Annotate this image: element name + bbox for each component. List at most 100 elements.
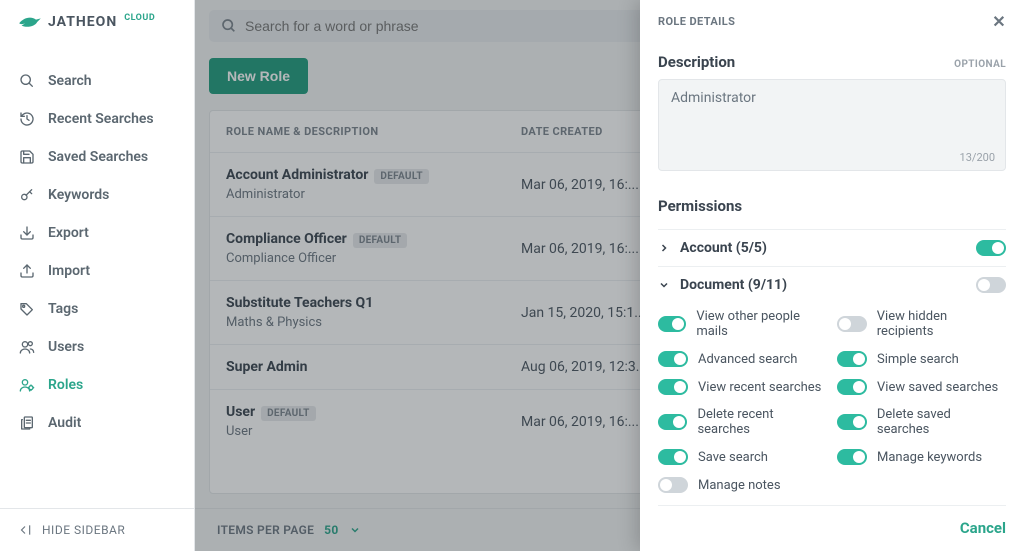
audit-icon <box>18 414 36 432</box>
permission-label: Simple search <box>877 352 959 367</box>
sidebar-item-label: Import <box>48 263 90 279</box>
permission-label: Save search <box>698 450 768 465</box>
users-icon <box>18 338 36 356</box>
close-icon[interactable]: ✕ <box>992 12 1006 31</box>
bird-icon <box>18 14 42 30</box>
permission-item: Simple search <box>837 351 1006 367</box>
items-per-page-value[interactable]: 50 <box>324 523 338 537</box>
permission-label: View other people mails <box>696 309 827 339</box>
description-field[interactable]: Administrator 13/200 <box>658 79 1006 171</box>
permissions-heading: Permissions <box>658 197 1006 215</box>
group-toggle[interactable] <box>976 277 1006 293</box>
role-name: User <box>226 404 255 420</box>
role-description: User <box>226 424 521 439</box>
group-toggle[interactable] <box>976 240 1006 256</box>
header-name: ROLE NAME & DESCRIPTION <box>226 125 521 138</box>
permission-toggle[interactable] <box>658 351 688 367</box>
sidebar-item-search[interactable]: Search <box>0 62 194 100</box>
default-badge: DEFAULT <box>374 169 429 184</box>
sidebar-item-label: Keywords <box>48 187 109 203</box>
hide-sidebar-button[interactable]: HIDE SIDEBAR <box>0 508 194 551</box>
permission-label: Delete recent searches <box>697 407 827 437</box>
permission-item: Save search <box>658 449 827 465</box>
new-role-button[interactable]: New Role <box>209 58 308 94</box>
permission-toggle[interactable] <box>658 477 688 493</box>
permission-group-label: Account (5/5) <box>680 240 767 256</box>
roles-icon <box>18 376 36 394</box>
permission-label: Advanced search <box>698 352 797 367</box>
chevron-down-icon[interactable] <box>349 524 361 536</box>
permission-toggle[interactable] <box>658 379 688 395</box>
default-badge: DEFAULT <box>353 233 408 248</box>
permission-group[interactable]: Document (9/11) <box>658 266 1006 303</box>
sidebar-item-recent-searches[interactable]: Recent Searches <box>0 100 194 138</box>
sidebar-item-users[interactable]: Users <box>0 328 194 366</box>
brand-logo: JATHEON CLOUD <box>0 0 194 44</box>
collapse-icon <box>18 523 32 537</box>
tag-icon <box>18 300 36 318</box>
export-icon <box>18 224 36 242</box>
sidebar-item-label: Users <box>48 339 84 355</box>
permission-toggle[interactable] <box>837 449 867 465</box>
chevron-right-icon <box>658 242 670 254</box>
permission-item: Manage keywords <box>837 449 1006 465</box>
permission-label: Manage keywords <box>877 450 982 465</box>
search-icon <box>18 72 36 90</box>
hide-sidebar-label: HIDE SIDEBAR <box>42 523 125 537</box>
permission-item: View other people mails <box>658 309 827 339</box>
chevron-down-icon <box>658 279 670 291</box>
sidebar-item-export[interactable]: Export <box>0 214 194 252</box>
import-icon <box>18 262 36 280</box>
sidebar-item-label: Audit <box>48 415 81 431</box>
brand-name: JATHEON <box>48 14 117 30</box>
permission-toggle[interactable] <box>837 316 867 332</box>
default-badge: DEFAULT <box>261 406 316 421</box>
permission-item: Delete recent searches <box>658 407 827 437</box>
role-name: Substitute Teachers Q1 <box>226 295 373 311</box>
role-description: Compliance Officer <box>226 251 521 266</box>
cancel-button[interactable]: Cancel <box>960 519 1006 537</box>
permission-label: View recent searches <box>698 380 821 395</box>
permission-toggle[interactable] <box>837 351 867 367</box>
sidebar-item-label: Recent Searches <box>48 111 154 127</box>
permission-toggle[interactable] <box>837 379 867 395</box>
brand-suffix: CLOUD <box>124 13 155 23</box>
permission-group[interactable]: Account (5/5) <box>658 229 1006 266</box>
sidebar-item-saved-searches[interactable]: Saved Searches <box>0 138 194 176</box>
permission-toggle[interactable] <box>658 414 687 430</box>
role-description: Maths & Physics <box>226 315 521 330</box>
sidebar-item-roles[interactable]: Roles <box>0 366 194 404</box>
permission-label: Manage notes <box>698 478 781 493</box>
sidebar-item-tags[interactable]: Tags <box>0 290 194 328</box>
sidebar: JATHEON CLOUD Search Recent Searches Saved… <box>0 0 195 551</box>
role-name: Super Admin <box>226 359 307 375</box>
description-label: Description <box>658 53 735 71</box>
description-value: Administrator <box>671 90 756 106</box>
permission-toggle[interactable] <box>658 449 688 465</box>
drawer-title: ROLE DETAILS <box>658 15 735 28</box>
permission-label: View saved searches <box>877 380 998 395</box>
role-name: Compliance Officer <box>226 231 347 247</box>
key-icon <box>18 186 36 204</box>
role-details-drawer: ROLE DETAILS ✕ Description OPTIONAL Admi… <box>640 0 1024 551</box>
save-icon <box>18 148 36 166</box>
permission-group-label: Document (9/11) <box>680 277 787 293</box>
history-icon <box>18 110 36 128</box>
permission-item: View recent searches <box>658 379 827 395</box>
sidebar-item-label: Saved Searches <box>48 149 148 165</box>
sidebar-item-audit[interactable]: Audit <box>0 404 194 442</box>
main-nav: Search Recent Searches Saved Searches Keywo… <box>0 44 194 508</box>
search-icon <box>221 18 237 34</box>
permission-toggle[interactable] <box>658 316 686 332</box>
permission-toggle[interactable] <box>837 414 867 430</box>
sidebar-item-import[interactable]: Import <box>0 252 194 290</box>
permission-item: Advanced search <box>658 351 827 367</box>
items-per-page-label: ITEMS PER PAGE <box>217 523 314 537</box>
sidebar-item-keywords[interactable]: Keywords <box>0 176 194 214</box>
char-count: 13/200 <box>960 151 995 164</box>
optional-label: OPTIONAL <box>954 59 1006 70</box>
sidebar-item-label: Roles <box>48 377 83 393</box>
permission-item: Manage notes <box>658 477 827 493</box>
sidebar-item-label: Tags <box>48 301 78 317</box>
permission-grid: View other people mailsView hidden recip… <box>658 303 1006 505</box>
